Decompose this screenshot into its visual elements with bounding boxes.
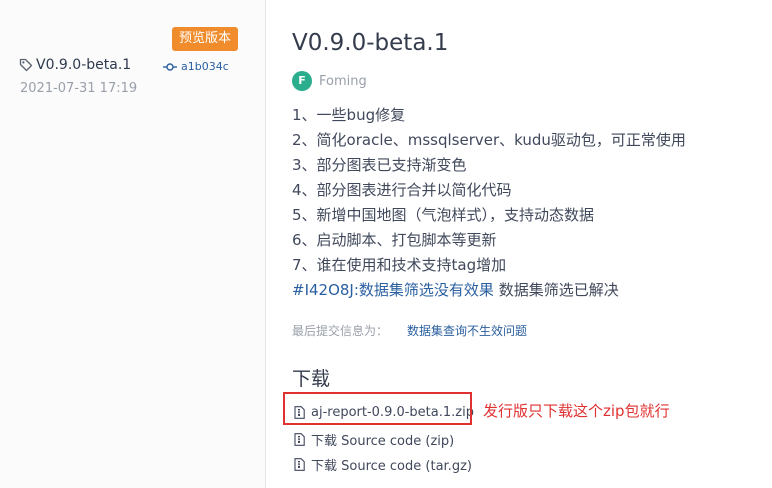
download-source-targz[interactable]: 下载 Source code (tar.gz) [294,455,472,474]
commit-link[interactable]: a1b034c [163,60,229,73]
note-item: 3、部分图表已支持渐变色 [292,156,467,174]
release-date: 2021-07-31 17:19 [20,81,138,96]
tag-name[interactable]: V0.9.0-beta.1 [36,57,131,73]
annotation-text: 发行版只下载这个zip包就行 [483,402,670,420]
note-item: 7、谁在使用和技术支持tag增加 [292,256,507,274]
issue-note-text: 数据集筛选已解决 [493,281,619,299]
release-sidebar [0,0,265,488]
last-commit-label: 最后提交信息为： [292,324,389,338]
download-link[interactable]: 下载 Source code (zip) [311,430,454,449]
note-item: 2、简化oracle、mssqlserver、kudu驱动包，可正常使用 [292,131,686,149]
issue-link[interactable]: #I42O8J:数据集筛选没有效果 [292,281,494,299]
last-commit-message[interactable]: 数据集查询不生效问题 [407,322,527,339]
tag-icon [19,58,33,72]
avatar[interactable]: F [292,71,312,91]
note-item: 5、新增中国地图（气泡样式），支持动态数据 [292,206,595,224]
note-item: 1、一些bug修复 [292,106,406,124]
commit-hash[interactable]: a1b034c [181,60,229,73]
highlight-box [283,392,472,425]
divider [265,0,266,488]
zip-file-icon [294,458,305,471]
commit-icon [163,62,177,71]
note-item: 6、启动脚本、打包脚本等更新 [292,231,497,249]
downloads-heading: 下载 [292,368,331,390]
note-item: 4、部分图表进行合并以简化代码 [292,181,512,199]
release-notes: 1、一些bug修复 2、简化oracle、mssqlserver、kudu驱动包… [292,103,686,303]
release-tag[interactable]: V0.9.0-beta.1 [19,57,131,73]
release-title[interactable]: V0.9.0-beta.1 [292,30,448,56]
download-source-zip[interactable]: 下载 Source code (zip) [294,430,454,449]
prerelease-badge: 预览版本 [172,27,239,51]
author-name[interactable]: Foming [319,74,367,89]
author[interactable]: F Foming [292,71,367,91]
issue-note: #I42O8J:数据集筛选没有效果 数据集筛选已解决 [292,278,686,303]
zip-file-icon [294,433,305,446]
download-link[interactable]: 下载 Source code (tar.gz) [311,455,472,474]
